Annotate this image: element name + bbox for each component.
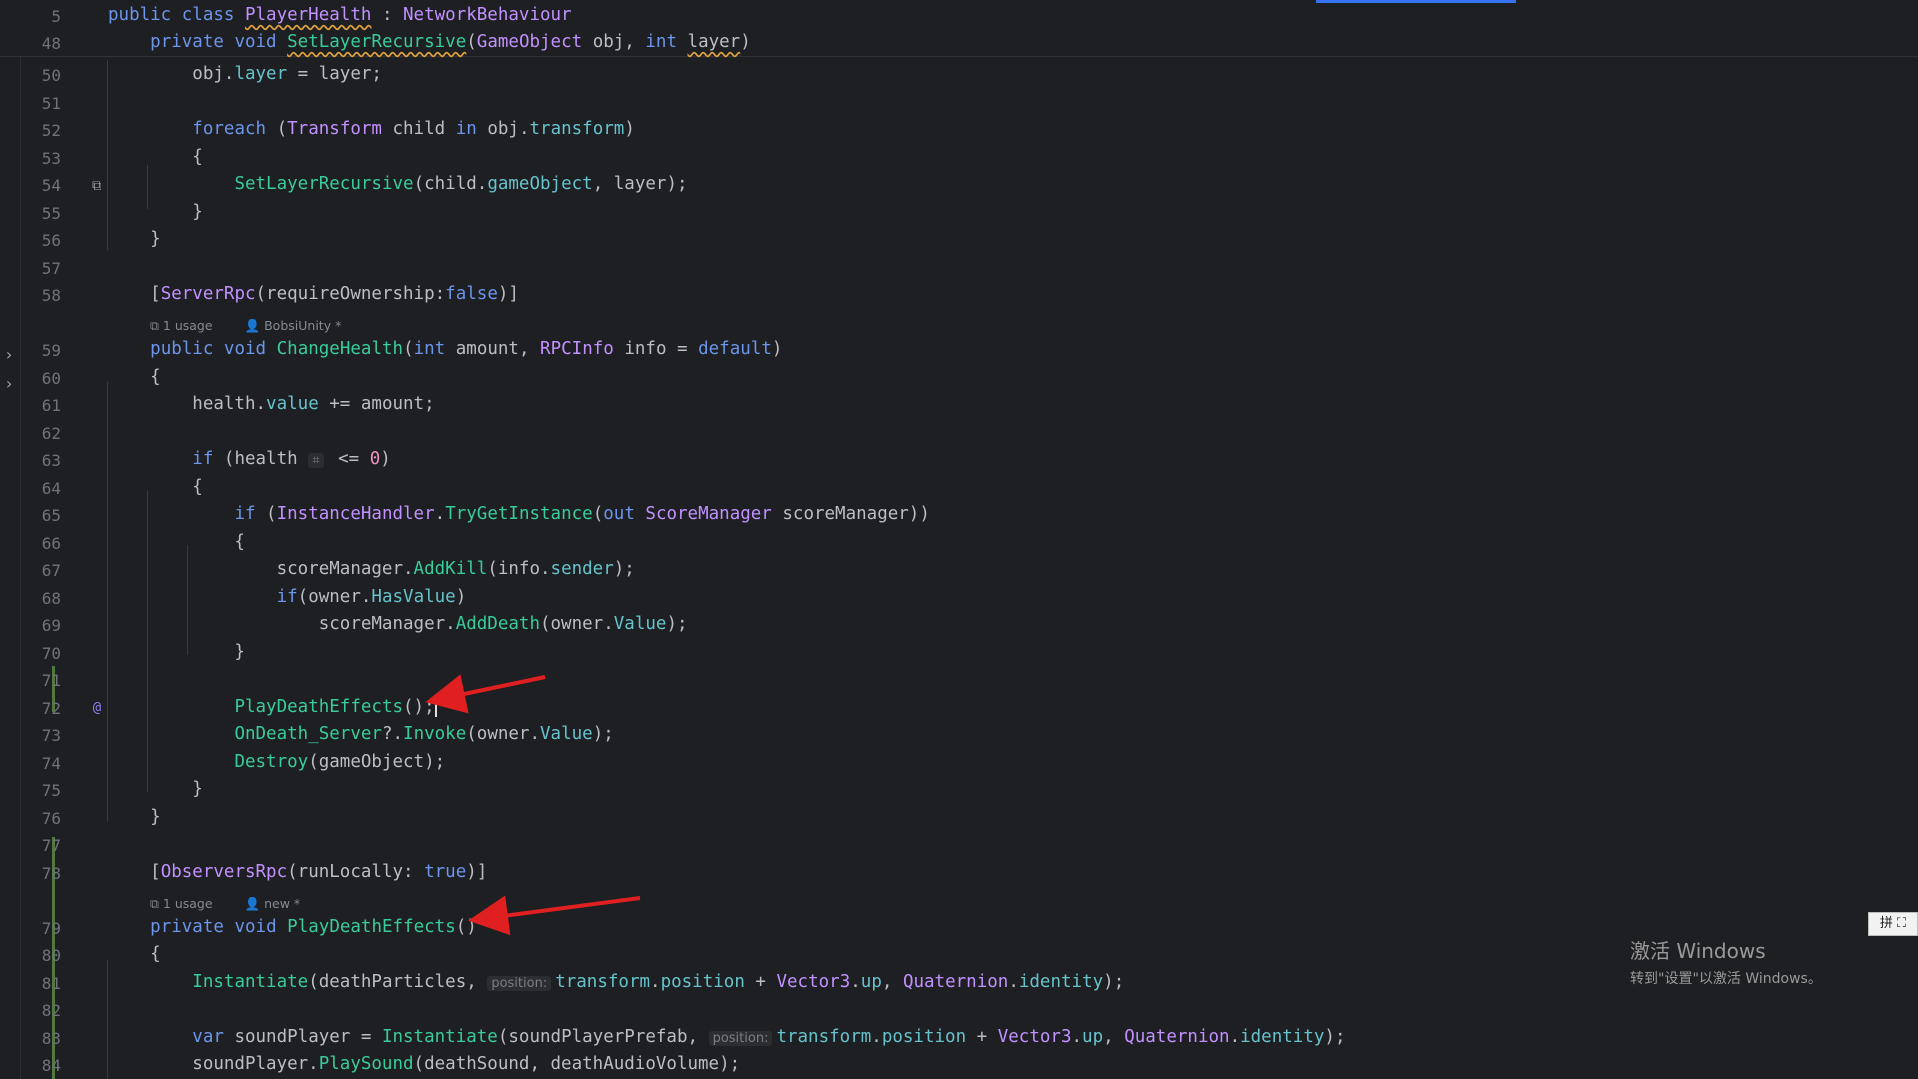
line-number: 5 — [51, 7, 61, 26]
line-number: 51 — [41, 93, 61, 113]
code-line[interactable]: health.value += amount; — [108, 394, 434, 414]
line-number: 64 — [41, 478, 61, 498]
code-line[interactable]: [ServerRpc(requireOwnership:false)] — [108, 284, 519, 304]
line-number: 65 — [41, 506, 61, 525]
line-number: 62 — [41, 423, 61, 443]
code-line[interactable]: } — [108, 779, 203, 799]
line-number: 67 — [41, 561, 61, 580]
windows-activation-watermark: 激活 Windows 转到"设置"以激活 Windows。 — [1630, 935, 1822, 988]
line-number: 53 — [41, 148, 61, 168]
line-number: 54 — [41, 176, 61, 195]
code-line[interactable]: { — [108, 532, 245, 552]
code-line[interactable]: } — [108, 202, 203, 222]
line-number: 59 — [41, 341, 61, 360]
code-line[interactable]: public void ChangeHealth(int amount, RPC… — [108, 339, 782, 359]
ime-indicator[interactable]: 拼 ⛶ — [1868, 912, 1918, 936]
line-number: 82 — [41, 1001, 61, 1020]
code-line[interactable]: soundPlayer.PlaySound(deathSound, deathA… — [108, 1054, 740, 1074]
line-number: 69 — [41, 616, 61, 635]
line-number: 71 — [41, 671, 61, 690]
usages-link[interactable]: ⧉ 1 usage — [150, 896, 229, 911]
line-number: 66 — [41, 533, 61, 553]
code-line[interactable]: if (InstanceHandler.TryGetInstance(out S… — [108, 504, 929, 524]
code-lens[interactable]: ⧉ 1 usage 👤 new * — [150, 896, 332, 912]
code-line[interactable]: if (health ⌗ <= 0) — [108, 449, 390, 469]
line-number: 48 — [41, 34, 61, 53]
line-number: 58 — [41, 286, 61, 305]
tool-strip: ⌄ › › — [0, 0, 21, 1079]
activation-subtitle: 转到"设置"以激活 Windows。 — [1630, 971, 1822, 987]
code-line[interactable]: scoreManager.AddDeath(owner.Value); — [108, 614, 688, 634]
line-number: 75 — [41, 781, 61, 800]
line-number: 72 — [41, 698, 61, 718]
code-line[interactable]: private void PlayDeathEffects() — [108, 917, 477, 937]
author-link[interactable]: 👤 new * — [245, 896, 317, 911]
code-line[interactable]: Destroy(gameObject); — [108, 752, 445, 772]
code-line[interactable]: { — [108, 367, 161, 387]
code-line[interactable]: SetLayerRecursive(child.gameObject, laye… — [108, 174, 687, 194]
code-line: public class PlayerHealth : NetworkBehav… — [108, 5, 572, 25]
code-lens[interactable]: ⧉ 1 usage 👤 BobsiUnity * — [150, 318, 373, 334]
code-line[interactable]: } — [108, 229, 161, 249]
line-number: 84 — [41, 1056, 61, 1075]
code-line[interactable]: foreach (Transform child in obj.transfor… — [108, 119, 635, 139]
line-number: 60 — [41, 368, 61, 388]
line-number: 63 — [41, 451, 61, 470]
line-number: 68 — [41, 588, 61, 608]
line-number: 83 — [41, 1028, 61, 1048]
code-line[interactable]: { — [108, 477, 203, 497]
code-line[interactable]: [ObserversRpc(runLocally: true)] — [108, 862, 487, 882]
text-cursor — [434, 696, 437, 717]
code-line[interactable]: } — [108, 807, 161, 827]
code-line[interactable]: OnDeath_Server?.Invoke(owner.Value); — [108, 724, 613, 744]
code-line[interactable]: } — [108, 642, 245, 662]
code-line: private void SetLayerRecursive(GameObjec… — [150, 32, 751, 52]
usages-link[interactable]: ⧉ 1 usage — [150, 318, 229, 333]
line-number: 76 — [41, 808, 61, 828]
line-number: 74 — [41, 753, 61, 773]
line-number: 78 — [41, 863, 61, 883]
line-number: 77 — [41, 836, 61, 855]
line-number: 52 — [41, 121, 61, 140]
code-line[interactable]: scoreManager.AddKill(info.sender); — [108, 559, 635, 579]
activation-title: 激活 Windows — [1630, 939, 1766, 963]
line-number: 61 — [41, 396, 61, 415]
code-line[interactable]: Instantiate(deathParticles, position: tra… — [108, 972, 1124, 992]
code-line[interactable]: PlayDeathEffects(); — [108, 696, 437, 717]
sticky-scope-header: 5 public class PlayerHealth : NetworkBeh… — [0, 0, 1918, 57]
line-number: 70 — [41, 643, 61, 663]
code-line[interactable]: if(owner.HasValue) — [108, 587, 467, 607]
line-number: 55 — [41, 203, 61, 223]
active-tab-indicator — [1316, 0, 1516, 3]
line-number: 57 — [41, 258, 61, 278]
line-number: 56 — [41, 231, 61, 250]
code-line[interactable]: var soundPlayer = Instantiate(soundPlaye… — [108, 1027, 1345, 1047]
chevron-right-icon[interactable]: › — [2, 374, 16, 394]
line-number: 80 — [41, 946, 61, 965]
chevron-right-icon[interactable]: › — [2, 345, 16, 365]
author-link[interactable]: 👤 BobsiUnity * — [245, 318, 358, 333]
code-line[interactable]: obj.layer = layer; — [108, 64, 382, 84]
code-line[interactable]: { — [108, 944, 161, 964]
line-number: 79 — [41, 918, 61, 938]
line-number: 50 — [41, 66, 61, 85]
code-line[interactable]: { — [108, 147, 203, 167]
line-number: 73 — [41, 726, 61, 745]
line-number: 81 — [41, 973, 61, 993]
